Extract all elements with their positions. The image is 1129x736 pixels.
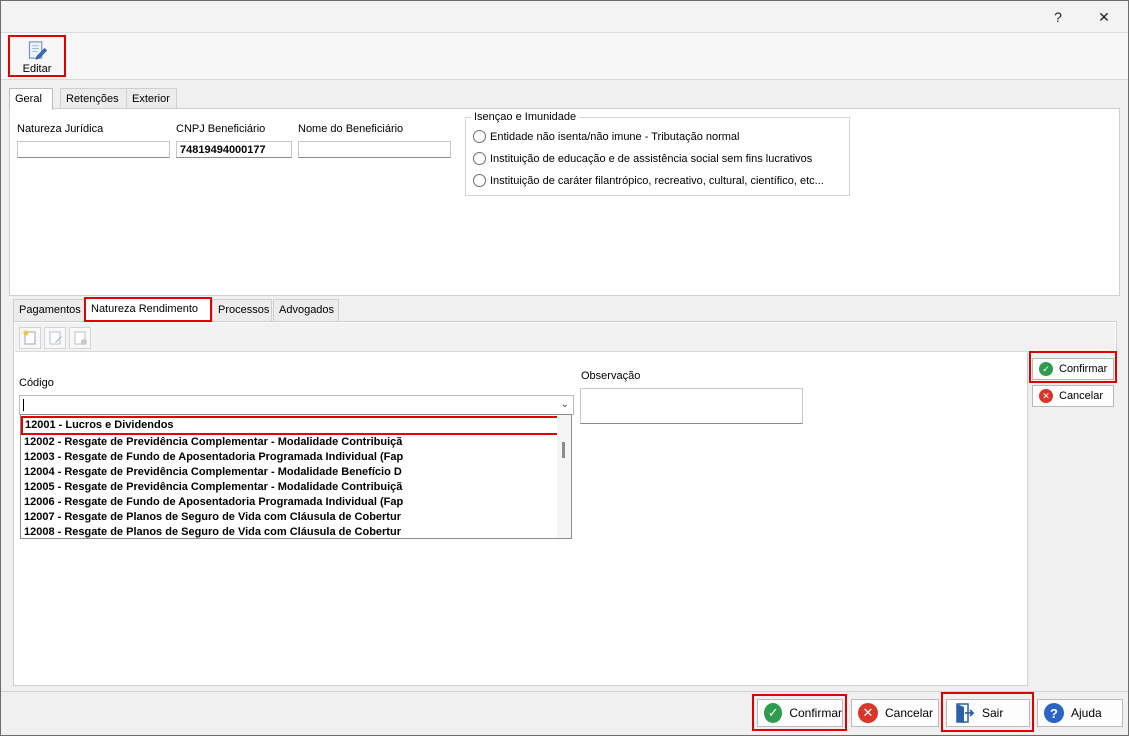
natureza-juridica-label: Natureza Jurídica bbox=[17, 123, 104, 135]
cancel-label: Cancelar bbox=[885, 706, 934, 720]
tab-processos[interactable]: Processos bbox=[212, 299, 272, 321]
record-confirm-button[interactable]: ✓ Confirmar bbox=[1032, 358, 1114, 380]
dropdown-scrollbar[interactable] bbox=[557, 415, 571, 538]
chevron-down-icon[interactable]: ⌄ bbox=[561, 399, 569, 410]
dialog-window: ? ✕ Editar Geral Retenções Exterior Natu… bbox=[0, 0, 1129, 736]
radio-circle[interactable] bbox=[473, 152, 486, 165]
radio-label: Instituição de caráter filantrópico, rec… bbox=[490, 174, 824, 187]
delete-document-icon bbox=[74, 331, 87, 345]
tab-natureza-rendimento-label: Natureza Rendimento bbox=[91, 303, 199, 315]
dropdown-option[interactable]: 12005 - Resgate de Previdência Complemen… bbox=[23, 480, 555, 495]
radio-option-filantropico[interactable]: Instituição de caráter filantrópico, rec… bbox=[473, 174, 824, 187]
exit-label: Sair bbox=[982, 706, 1004, 720]
dropdown-option[interactable]: 12007 - Resgate de Planos de Seguro de V… bbox=[23, 510, 555, 525]
natureza-juridica-input[interactable] bbox=[17, 141, 170, 158]
dropdown-option[interactable]: 12006 - Resgate de Fundo de Aposentadori… bbox=[23, 495, 555, 510]
exit-button[interactable]: Sair bbox=[946, 699, 1030, 727]
tab-pagamentos[interactable]: Pagamentos bbox=[13, 299, 86, 321]
tab-advogados[interactable]: Advogados bbox=[273, 299, 339, 321]
cancel-x-icon: ✕ bbox=[858, 703, 878, 723]
confirm-label: Confirmar bbox=[789, 706, 842, 720]
help-question-icon: ? bbox=[1044, 703, 1064, 723]
record-confirm-label: Confirmar bbox=[1059, 363, 1108, 375]
check-icon: ✓ bbox=[764, 703, 783, 723]
tab-pagamentos-label: Pagamentos bbox=[19, 304, 81, 316]
codigo-dropdown-list[interactable]: 12001 - Lucros e Dividendos 12002 - Resg… bbox=[20, 414, 572, 539]
tab-retencoes[interactable]: Retenções bbox=[60, 88, 128, 109]
delete-record-button[interactable] bbox=[69, 327, 91, 349]
scrollbar-thumb[interactable] bbox=[562, 442, 565, 458]
observacao-input[interactable] bbox=[580, 388, 803, 424]
dropdown-option[interactable]: 12002 - Resgate de Previdência Complemen… bbox=[23, 435, 555, 450]
nome-beneficiario-label: Nome do Beneficiário bbox=[298, 123, 404, 135]
dropdown-option[interactable]: 12004 - Resgate de Previdência Complemen… bbox=[23, 465, 555, 480]
confirm-button[interactable]: ✓ Confirmar bbox=[757, 699, 843, 727]
dropdown-option[interactable]: 12003 - Resgate de Fundo de Aposentadori… bbox=[23, 450, 555, 465]
radio-label: Entidade não isenta/não imune - Tributaç… bbox=[490, 130, 740, 143]
help-label: Ajuda bbox=[1071, 706, 1102, 720]
close-button[interactable]: ✕ bbox=[1081, 1, 1127, 33]
radio-option-nao-isenta[interactable]: Entidade não isenta/não imune - Tributaç… bbox=[473, 130, 740, 143]
cnpj-input[interactable]: 74819494000177 bbox=[176, 141, 292, 158]
new-record-button[interactable] bbox=[19, 327, 41, 349]
edit-record-button[interactable] bbox=[44, 327, 66, 349]
main-toolbar: Editar bbox=[1, 33, 1128, 80]
radio-circle[interactable] bbox=[473, 130, 486, 143]
tab-natureza-rendimento[interactable]: Natureza Rendimento bbox=[84, 297, 212, 322]
help-title-button[interactable]: ? bbox=[1035, 1, 1081, 33]
cancel-x-icon: ✕ bbox=[1039, 389, 1053, 403]
isencao-title: Isençao e Imunidade bbox=[471, 111, 580, 123]
nome-beneficiario-input[interactable] bbox=[298, 141, 451, 158]
edit-document-icon bbox=[28, 41, 48, 60]
natureza-toolbar bbox=[15, 323, 1115, 352]
codigo-combobox[interactable]: ⌄ bbox=[19, 395, 574, 415]
cancel-button[interactable]: ✕ Cancelar bbox=[851, 699, 939, 727]
cnpj-label: CNPJ Beneficiário bbox=[176, 123, 266, 135]
title-bar: ? ✕ bbox=[1, 1, 1128, 33]
tab-geral[interactable]: Geral bbox=[9, 88, 53, 110]
exit-door-icon bbox=[956, 703, 975, 723]
record-cancel-button[interactable]: ✕ Cancelar bbox=[1032, 385, 1114, 407]
tab-geral-label: Geral bbox=[15, 93, 42, 105]
help-button[interactable]: ? Ajuda bbox=[1037, 699, 1123, 727]
record-cancel-label: Cancelar bbox=[1059, 390, 1104, 402]
dropdown-option-selected[interactable]: 12001 - Lucros e Dividendos bbox=[21, 416, 571, 435]
codigo-label: Código bbox=[19, 377, 54, 389]
new-document-icon bbox=[23, 330, 36, 345]
radio-option-educacao[interactable]: Instituição de educação e de assistência… bbox=[473, 152, 812, 165]
edit-button[interactable]: Editar bbox=[8, 35, 66, 77]
check-icon: ✓ bbox=[1039, 362, 1053, 376]
tab-processos-label: Processos bbox=[218, 304, 270, 316]
edit-label: Editar bbox=[22, 63, 52, 75]
tab-exterior[interactable]: Exterior bbox=[126, 88, 177, 109]
edit-icon bbox=[49, 331, 62, 345]
tab-advogados-label: Advogados bbox=[279, 304, 335, 316]
text-caret bbox=[23, 399, 24, 411]
tab-exterior-label: Exterior bbox=[132, 93, 170, 105]
tab-retencoes-label: Retenções bbox=[66, 93, 119, 105]
close-icon: ✕ bbox=[1098, 8, 1110, 25]
observacao-label: Observação bbox=[581, 370, 641, 382]
help-title-label: ? bbox=[1054, 9, 1062, 25]
radio-circle[interactable] bbox=[473, 174, 486, 187]
radio-label: Instituição de educação e de assistência… bbox=[490, 152, 813, 165]
dropdown-option[interactable]: 12008 - Resgate de Planos de Seguro de V… bbox=[23, 525, 555, 538]
